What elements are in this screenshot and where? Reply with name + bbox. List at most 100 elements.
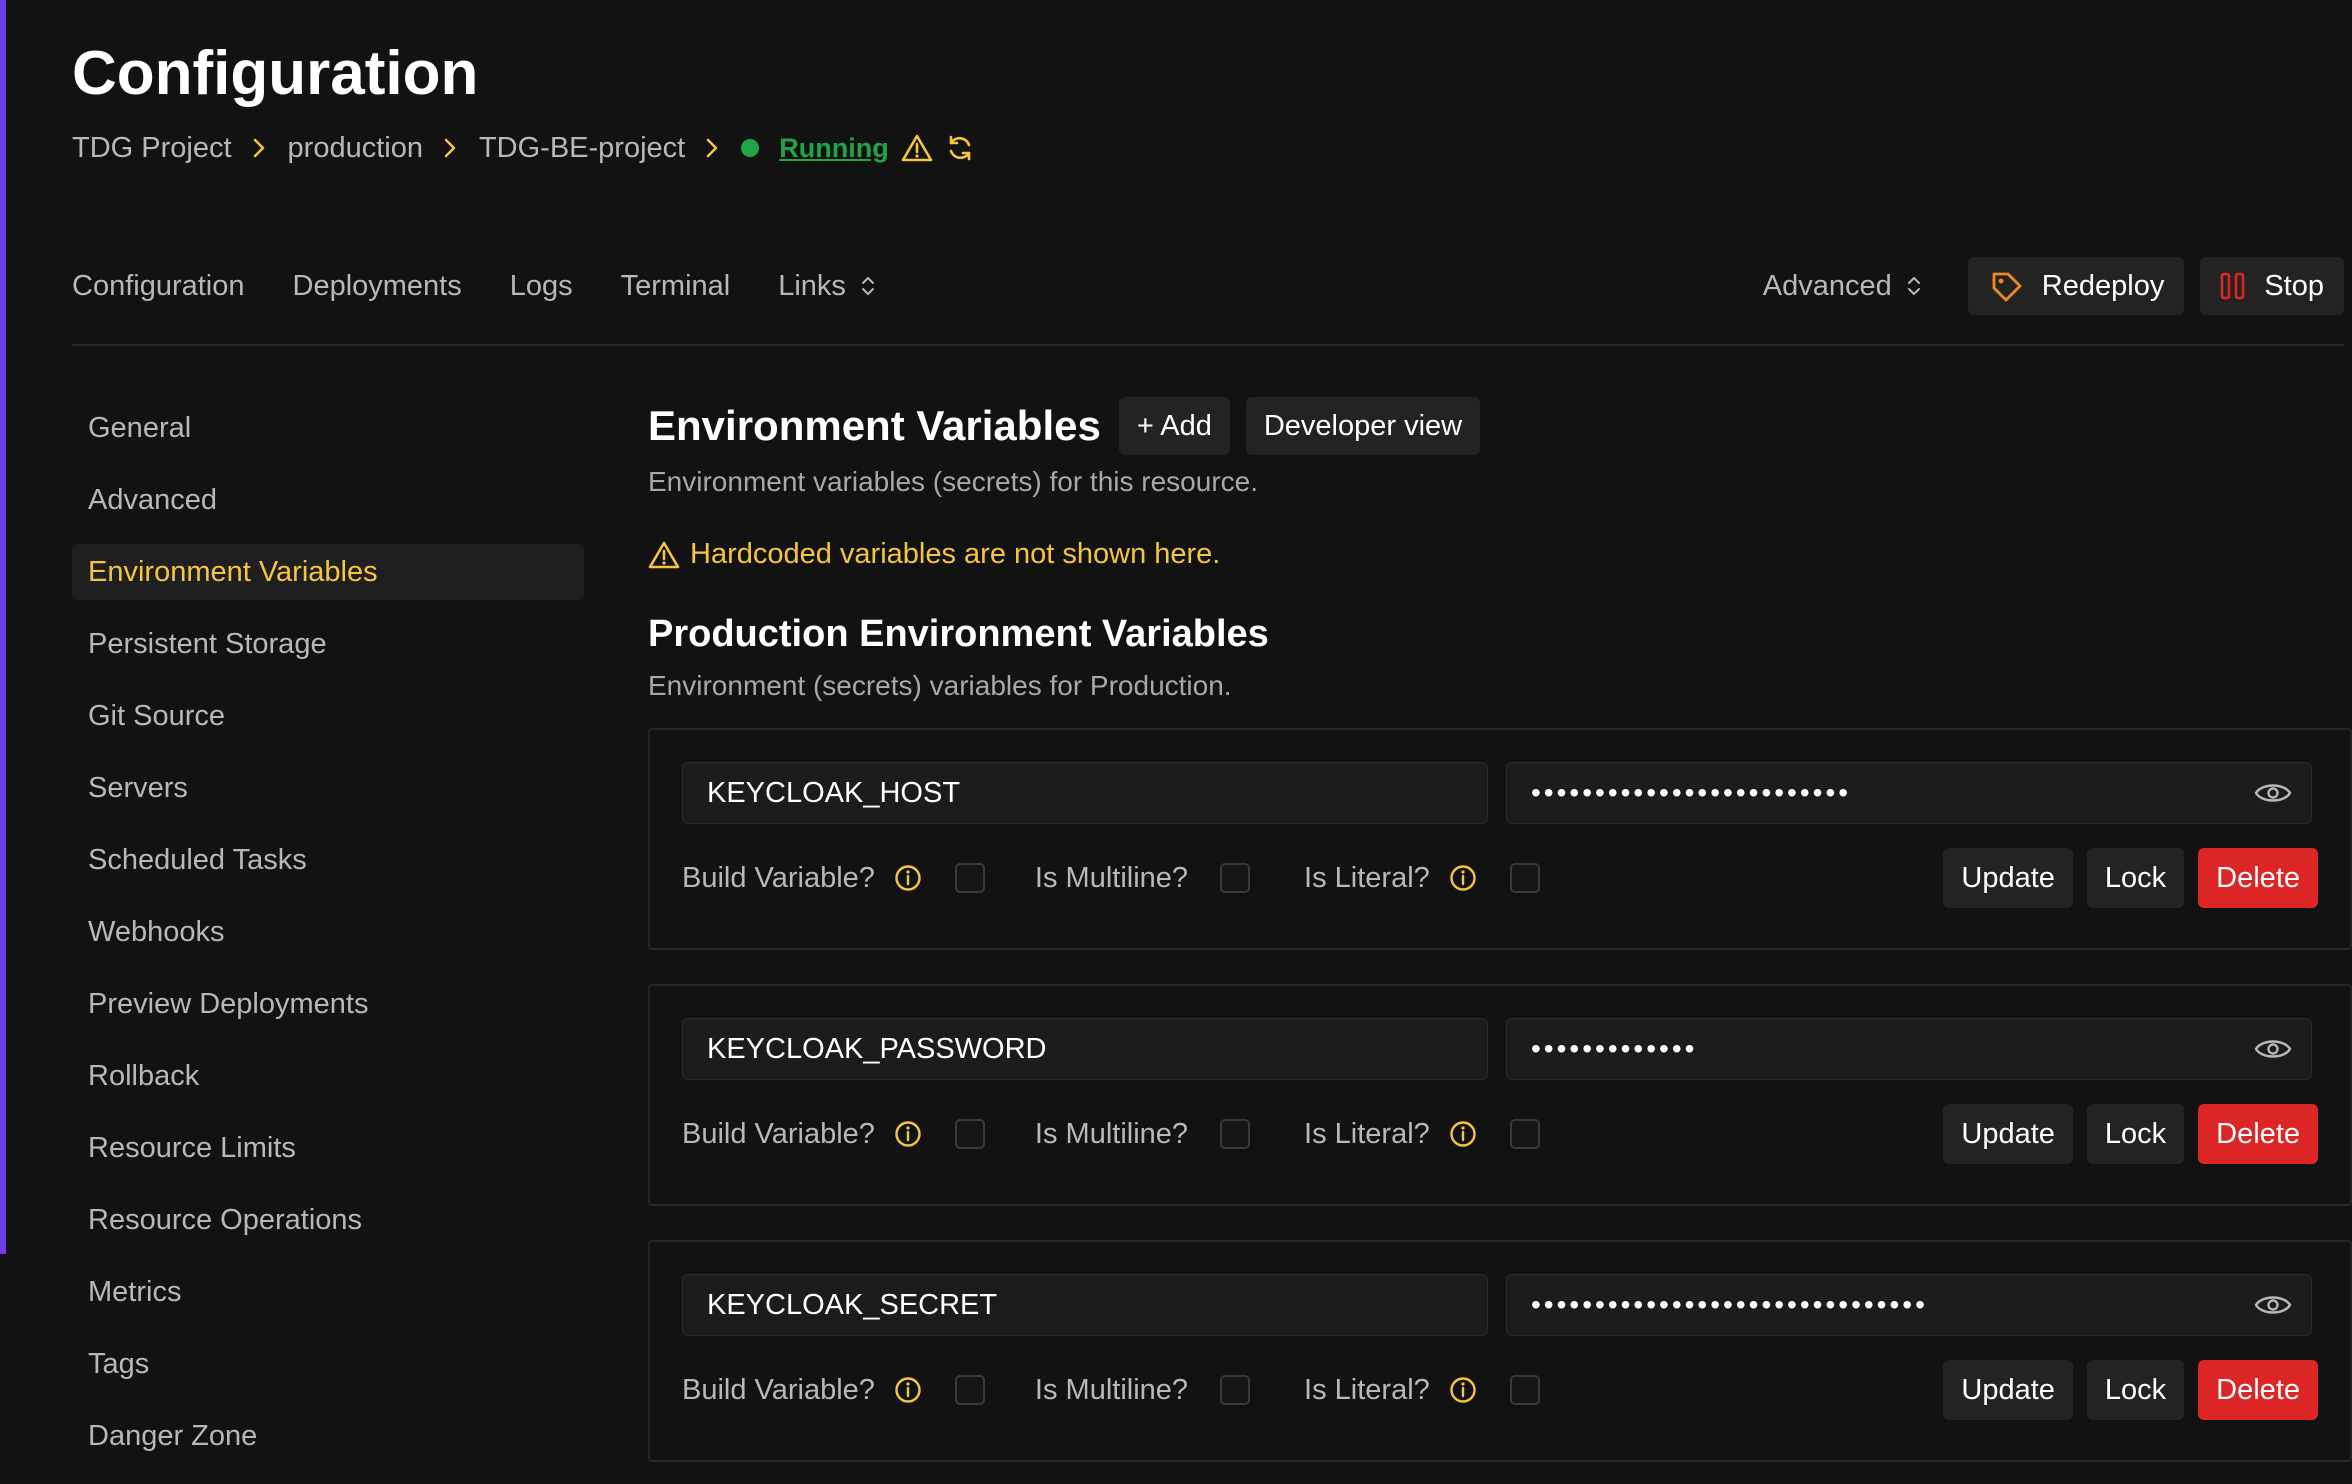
env-key-input[interactable]: KEYCLOAK_SECRET [682,1274,1488,1336]
eye-icon[interactable] [2253,777,2293,809]
hardcoded-warning: Hardcoded variables are not shown here. [648,538,2352,571]
status-badge[interactable]: Running [779,133,888,164]
eye-icon[interactable] [2253,1033,2293,1065]
is-literal-label: Is Literal? [1304,1373,1430,1406]
delete-button[interactable]: Delete [2198,1104,2318,1164]
env-value-input[interactable]: ••••••••••••••••••••••••••••••• [1506,1274,2312,1336]
lock-button[interactable]: Lock [2086,1104,2185,1164]
reload-icon[interactable] [945,133,975,163]
is-multiline-checkbox[interactable] [1220,1119,1251,1149]
is-multiline-checkbox[interactable] [1220,1375,1251,1405]
tab-links-label: Links [778,269,846,302]
warning-icon[interactable] [901,133,933,163]
is-multiline-checkbox[interactable] [1220,863,1251,893]
env-title: Environment Variables [648,402,1101,449]
sidebar: General Advanced Environment Variables P… [72,400,584,1480]
build-variable-label: Build Variable? [682,1117,875,1150]
env-subtitle: Environment variables (secrets) for this… [648,466,1258,497]
stop-icon [2221,272,2245,300]
is-multiline-label: Is Multiline? [1034,861,1189,894]
sidebar-item-webhooks[interactable]: Webhooks [72,904,584,960]
env-key-input[interactable]: KEYCLOAK_HOST [682,762,1488,824]
env-value-input[interactable]: ••••••••••••• [1506,1018,2312,1080]
breadcrumb-environment[interactable]: production [288,132,423,165]
env-value-masked: ••••••••••••• [1531,1033,1698,1064]
env-var-card: KEYCLOAK_HOST ••••••••••••••••••••••••• … [648,728,2352,950]
warning-icon [648,541,680,568]
is-literal-label: Is Literal? [1304,861,1430,894]
update-button[interactable]: Update [1943,848,2073,908]
advanced-dropdown[interactable]: Advanced [1763,270,1922,303]
env-options: Build Variable? Is Multiline? Is Literal… [682,1104,1540,1164]
left-accent-bar [0,0,6,1254]
build-variable-checkbox[interactable] [954,863,985,893]
developer-view-button[interactable]: Developer view [1245,397,1481,455]
eye-icon[interactable] [2253,1289,2293,1321]
env-key-input[interactable]: KEYCLOAK_PASSWORD [682,1018,1488,1080]
redeploy-button[interactable]: Redeploy [1967,257,2185,315]
chevron-right-icon [252,137,266,159]
hardcoded-warning-text: Hardcoded variables are not shown here. [690,538,1221,570]
env-value-input[interactable]: ••••••••••••••••••••••••• [1506,762,2312,824]
env-var-card: KEYCLOAK_PASSWORD ••••••••••••• Build Va… [648,984,2352,1206]
production-subtitle: Environment (secrets) variables for Prod… [648,670,1232,701]
chevron-right-icon [705,137,719,159]
env-header: Environment Variables + Add Developer vi… [648,396,2352,456]
breadcrumb: TDG Project production TDG-BE-project Ru… [72,128,975,168]
chevron-up-down-icon [1906,274,1922,298]
info-icon[interactable] [1448,863,1478,893]
info-icon[interactable] [893,863,923,893]
delete-button[interactable]: Delete [2198,848,2318,908]
sidebar-item-scheduled-tasks[interactable]: Scheduled Tasks [72,832,584,888]
sidebar-item-servers[interactable]: Servers [72,760,584,816]
stop-button[interactable]: Stop [2200,257,2344,315]
tab-logs[interactable]: Logs [510,270,573,303]
info-icon[interactable] [1448,1375,1478,1405]
env-value-masked: ••••••••••••••••••••••••• [1531,777,1852,808]
sidebar-item-rollback[interactable]: Rollback [72,1048,584,1104]
redeploy-icon [1992,272,2022,302]
sidebar-item-preview-deployments[interactable]: Preview Deployments [72,976,584,1032]
update-button[interactable]: Update [1943,1104,2073,1164]
lock-button[interactable]: Lock [2086,848,2185,908]
sidebar-item-metrics[interactable]: Metrics [72,1264,584,1320]
sidebar-item-general[interactable]: General [72,400,584,456]
is-literal-checkbox[interactable] [1509,1375,1540,1405]
env-options: Build Variable? Is Multiline? Is Literal… [682,1360,1540,1420]
build-variable-checkbox[interactable] [954,1119,985,1149]
sidebar-item-resource-operations[interactable]: Resource Operations [72,1192,584,1248]
update-button[interactable]: Update [1943,1360,2073,1420]
breadcrumb-resource[interactable]: TDG-BE-project [479,132,685,165]
sidebar-item-persistent-storage[interactable]: Persistent Storage [72,616,584,672]
tab-deployments[interactable]: Deployments [293,270,462,303]
is-literal-checkbox[interactable] [1509,1119,1540,1149]
sidebar-item-resource-limits[interactable]: Resource Limits [72,1120,584,1176]
production-title: Production Environment Variables [648,613,1269,655]
status-dot [741,139,760,157]
lock-button[interactable]: Lock [2086,1360,2185,1420]
page: Configuration TDG Project production TDG… [72,0,2352,1484]
info-icon[interactable] [893,1119,923,1149]
sidebar-item-advanced[interactable]: Advanced [72,472,584,528]
sidebar-item-danger-zone[interactable]: Danger Zone [72,1408,584,1464]
tab-terminal[interactable]: Terminal [621,270,731,303]
page-title: Configuration [72,39,479,108]
is-literal-label: Is Literal? [1304,1117,1430,1150]
build-variable-checkbox[interactable] [954,1375,985,1405]
info-icon[interactable] [1448,1119,1478,1149]
env-actions: Update Lock Delete [1929,1104,2318,1164]
sidebar-item-tags[interactable]: Tags [72,1336,584,1392]
tab-links[interactable]: Links [778,270,876,303]
env-actions: Update Lock Delete [1929,1360,2318,1420]
build-variable-label: Build Variable? [682,1373,875,1406]
breadcrumb-project[interactable]: TDG Project [72,132,232,165]
advanced-label: Advanced [1762,269,1892,302]
delete-button[interactable]: Delete [2198,1360,2318,1420]
sidebar-item-git-source[interactable]: Git Source [72,688,584,744]
add-variable-button[interactable]: + Add [1118,397,1230,455]
tab-configuration[interactable]: Configuration [72,270,245,303]
sidebar-item-environment-variables[interactable]: Environment Variables [72,544,584,600]
info-icon[interactable] [893,1375,923,1405]
is-literal-checkbox[interactable] [1509,863,1540,893]
env-actions: Update Lock Delete [1929,848,2318,908]
